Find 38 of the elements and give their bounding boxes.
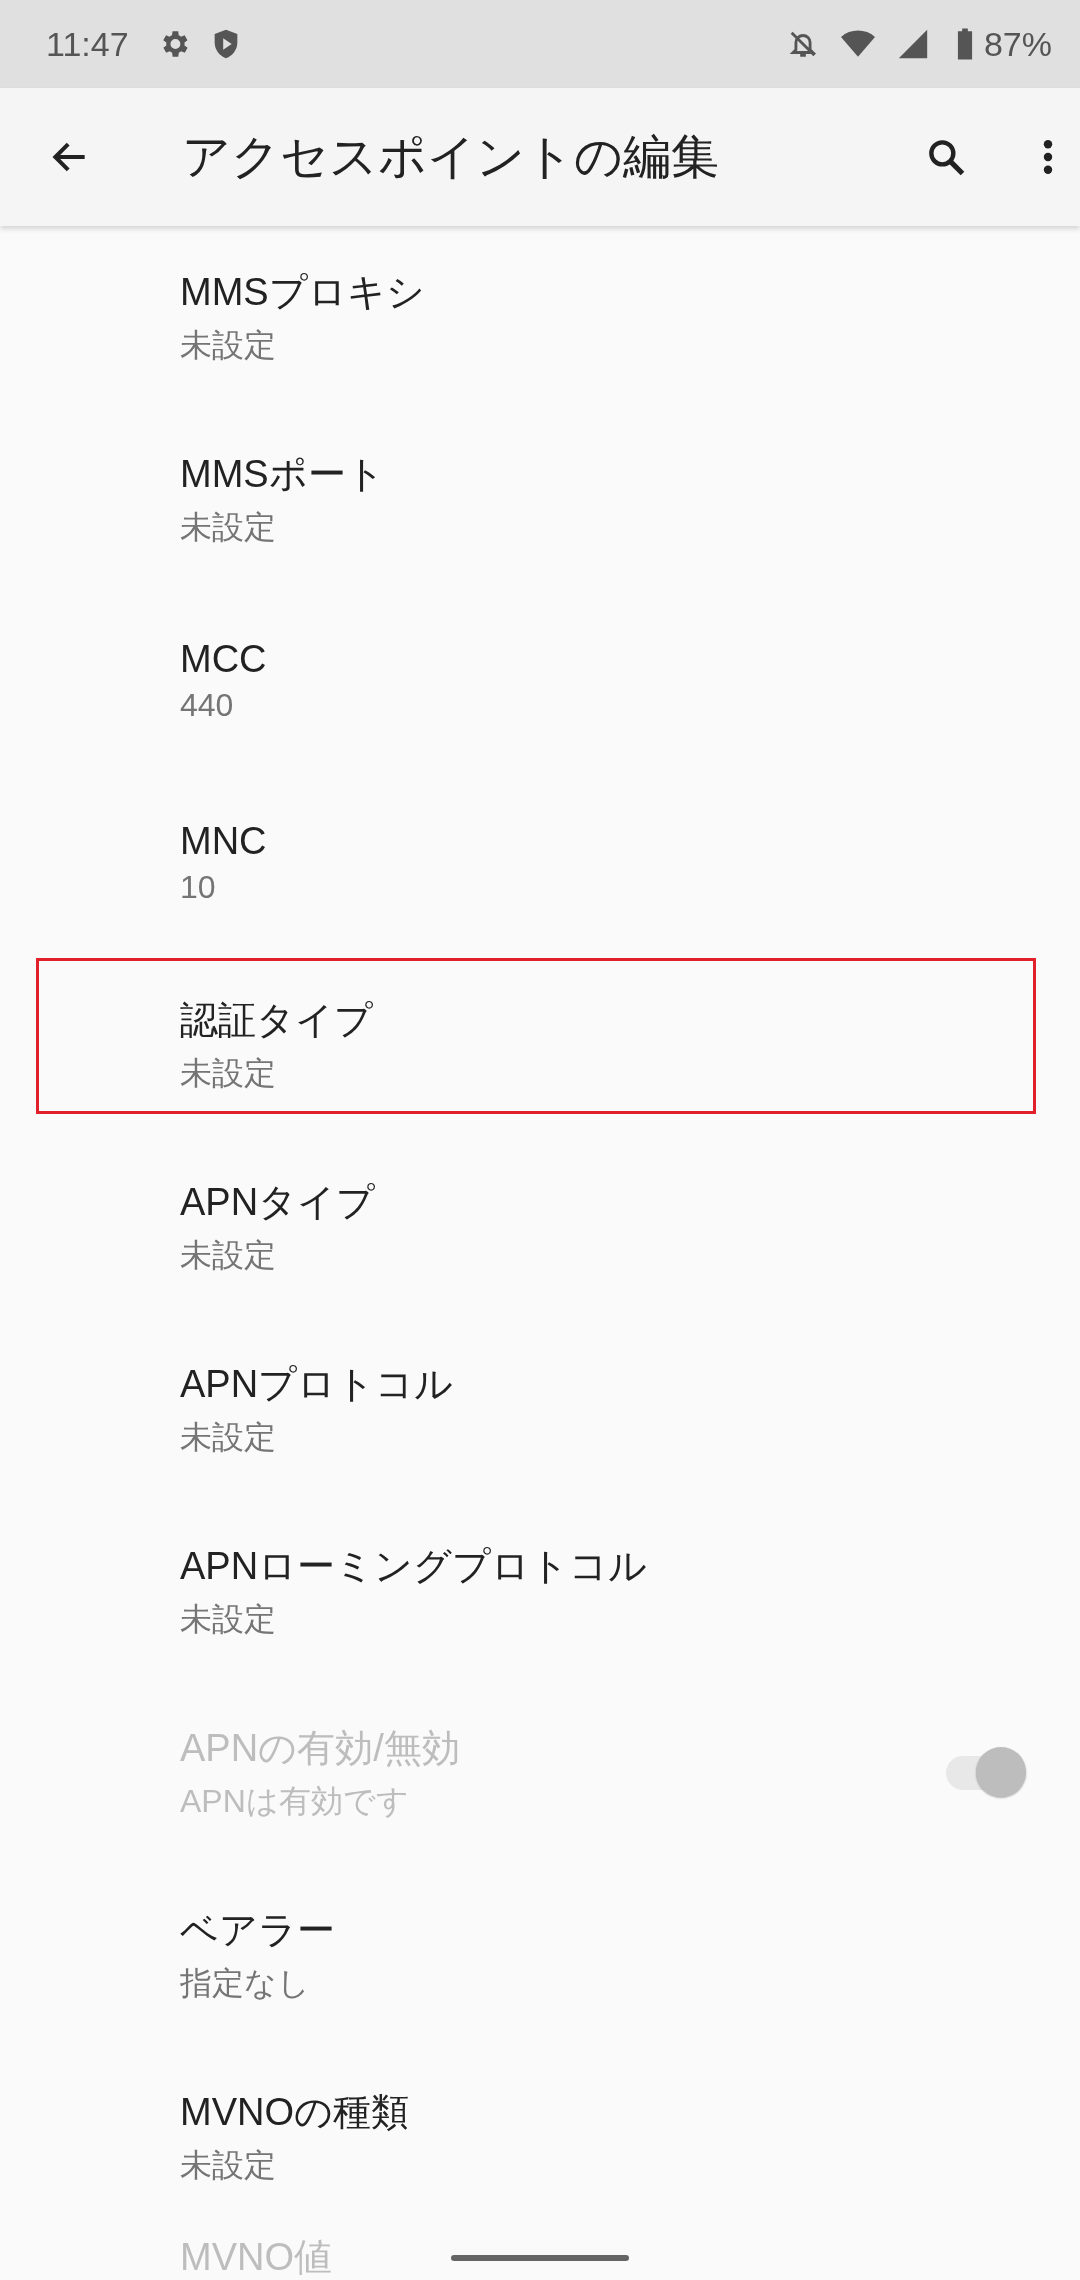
settings-item[interactable]: 認証タイプ 未設定 bbox=[0, 954, 1080, 1136]
setting-title: APNプロトコル bbox=[180, 1361, 454, 1407]
setting-summary: 未設定 bbox=[180, 1599, 276, 1639]
setting-summary: 未設定 bbox=[180, 325, 276, 365]
settings-item[interactable]: ベアラー 指定なし bbox=[0, 1864, 1080, 2046]
settings-item[interactable]: APNタイプ 未設定 bbox=[0, 1136, 1080, 1318]
setting-summary: 未設定 bbox=[180, 1053, 276, 1093]
setting-summary: 440 bbox=[180, 687, 234, 724]
setting-title: MVNO値 bbox=[180, 2235, 332, 2280]
settings-item[interactable]: MVNOの種類 未設定 bbox=[0, 2046, 1080, 2228]
setting-title: 認証タイプ bbox=[180, 997, 373, 1043]
setting-summary: APNは有効です bbox=[180, 1781, 409, 1821]
battery-icon bbox=[955, 27, 974, 61]
settings-item[interactable]: APNプロトコル 未設定 bbox=[0, 1318, 1080, 1500]
setting-summary: 10 bbox=[180, 869, 216, 906]
setting-summary: 未設定 bbox=[180, 2145, 276, 2185]
setting-title: MVNOの種類 bbox=[180, 2089, 409, 2135]
setting-summary: 指定なし bbox=[180, 1963, 310, 2003]
setting-summary: 未設定 bbox=[180, 1235, 276, 1275]
setting-title: APNローミングプロトコル bbox=[180, 1543, 648, 1589]
setting-title: APNタイプ bbox=[180, 1179, 376, 1225]
settings-item[interactable]: MNC 10 bbox=[0, 772, 1080, 954]
setting-summary: 未設定 bbox=[180, 507, 276, 547]
navigation-handle[interactable] bbox=[451, 2255, 629, 2261]
screen-title: アクセスポイントの編集 bbox=[182, 129, 719, 185]
settings-item[interactable]: MMSプロキシ 未設定 bbox=[0, 226, 1080, 408]
battery-percent: 87% bbox=[983, 24, 1052, 64]
setting-summary: 未設定 bbox=[180, 1417, 276, 1457]
setting-title: ベアラー bbox=[180, 1907, 335, 1953]
setting-title: MCC bbox=[180, 638, 267, 681]
settings-item[interactable]: MCC 440 bbox=[0, 590, 1080, 772]
setting-title: MMSプロキシ bbox=[180, 269, 425, 315]
settings-item[interactable]: MMSポート 未設定 bbox=[0, 408, 1080, 590]
setting-title: MMSポート bbox=[180, 451, 385, 497]
setting-title: MNC bbox=[180, 820, 267, 863]
settings-item[interactable]: APNローミングプロトコル 未設定 bbox=[0, 1500, 1080, 1682]
status-time: 11:47 bbox=[46, 24, 129, 64]
setting-title: APNの有効/無効 bbox=[180, 1725, 460, 1771]
